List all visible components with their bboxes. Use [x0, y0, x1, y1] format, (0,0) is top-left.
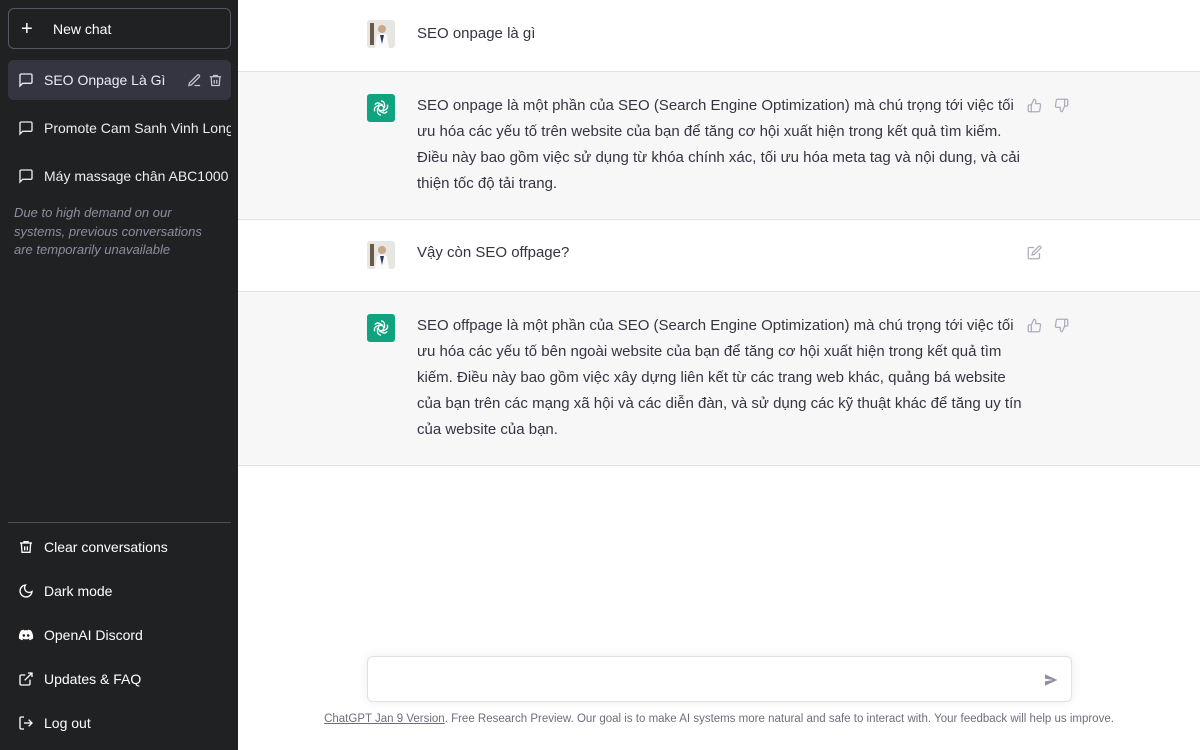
menu-label: Clear conversations — [44, 539, 168, 555]
prompt-box — [367, 656, 1072, 702]
log-out-button[interactable]: Log out — [8, 703, 231, 743]
user-message: Vậy còn SEO offpage? — [238, 220, 1200, 292]
conversation-label: Promote Cam Sanh Vinh Long — [44, 120, 231, 136]
version-link[interactable]: ChatGPT Jan 9 Version — [324, 713, 445, 725]
conversation-label: SEO Onpage Là Gì — [44, 72, 166, 88]
external-link-icon — [19, 672, 33, 686]
discord-icon — [18, 629, 34, 641]
thumbs-down-icon[interactable] — [1054, 98, 1069, 113]
user-avatar — [367, 241, 395, 269]
menu-label: OpenAI Discord — [44, 627, 143, 643]
user-avatar — [367, 20, 395, 48]
edit-message-icon[interactable] — [1027, 245, 1042, 260]
menu-label: Updates & FAQ — [44, 671, 142, 687]
clear-conversations-button[interactable]: Clear conversations — [8, 527, 231, 567]
chat-bubble-icon — [19, 73, 33, 88]
message-text: Vậy còn SEO offpage? — [417, 244, 570, 261]
user-message: SEO onpage là gì — [238, 0, 1200, 72]
plus-icon: + — [21, 17, 33, 40]
chat-main: SEO onpage là gì SEO onpage là một phần … — [238, 0, 1200, 750]
trash-icon — [20, 541, 32, 553]
new-chat-button[interactable]: + New chat — [8, 8, 231, 49]
sidebar-divider — [8, 522, 231, 523]
assistant-message: SEO offpage là một phần của SEO (Search … — [238, 292, 1200, 466]
message-text: SEO onpage là gì — [417, 25, 536, 42]
send-icon[interactable] — [1043, 672, 1059, 688]
dark-mode-button[interactable]: Dark mode — [8, 571, 231, 611]
thumbs-up-icon[interactable] — [1027, 318, 1042, 333]
assistant-message: SEO onpage là một phần của SEO (Search E… — [238, 72, 1200, 220]
thumbs-up-icon[interactable] — [1027, 98, 1042, 113]
updates-faq-link[interactable]: Updates & FAQ — [8, 659, 231, 699]
chat-bubble-icon — [19, 169, 33, 184]
conversation-item[interactable]: Máy massage chân ABC1000 — [8, 156, 231, 196]
thumbs-down-icon[interactable] — [1054, 318, 1069, 333]
edit-icon[interactable] — [187, 73, 202, 88]
sidebar: + New chat SEO Onpage Là Gì Promote Cam … — [0, 0, 238, 750]
moon-icon — [19, 584, 33, 598]
chat-bubble-icon — [19, 121, 33, 136]
footer-disclaimer: ChatGPT Jan 9 Version. Free Research Pre… — [238, 713, 1200, 725]
chatgpt-logo-icon — [367, 314, 395, 342]
menu-label: Dark mode — [44, 583, 113, 599]
history-unavailable-notice: Due to high demand on our systems, previ… — [14, 205, 202, 257]
new-chat-label: New chat — [53, 20, 112, 37]
chatgpt-logo-icon — [367, 94, 395, 122]
footer-text: . Free Research Preview. Our goal is to … — [444, 713, 1114, 725]
conversation-item-active[interactable]: SEO Onpage Là Gì — [8, 60, 231, 100]
conversation-label: Máy massage chân ABC1000 — [44, 168, 229, 184]
logout-icon — [19, 716, 33, 730]
openai-discord-link[interactable]: OpenAI Discord — [8, 615, 231, 655]
message-text: SEO onpage là một phần của SEO (Search E… — [417, 97, 1020, 192]
conversation-item[interactable]: Promote Cam Sanh Vinh Long — [8, 108, 231, 148]
trash-icon[interactable] — [208, 73, 223, 88]
menu-label: Log out — [44, 715, 91, 731]
message-text: SEO offpage là một phần của SEO (Search … — [417, 317, 1022, 438]
prompt-input[interactable] — [382, 669, 1022, 691]
